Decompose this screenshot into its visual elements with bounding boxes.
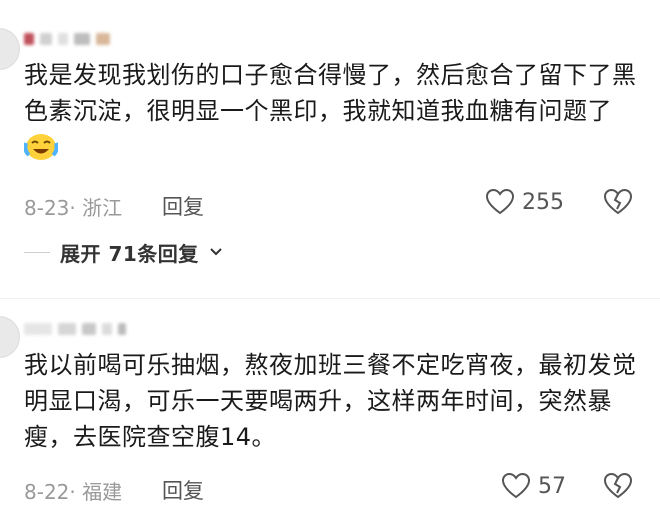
dislike-button[interactable]: [603, 472, 633, 504]
expand-replies-button[interactable]: 展开 71条回复: [24, 238, 223, 266]
expand-replies-label: 展开 71条回复: [60, 241, 199, 266]
chevron-down-icon: [210, 248, 222, 256]
reply-button[interactable]: 回复: [162, 475, 204, 505]
comment-item: 我以前喝可乐抽烟，熬夜加班三餐不定吃宵夜，最初发觉明显口渴，可乐一天要喝两升，这…: [0, 0, 660, 504]
comment-meta: 8-22· 福建 回复 57: [24, 472, 644, 505]
divider-line: [24, 251, 50, 253]
comment-divider: [0, 298, 660, 299]
broken-heart-icon: [603, 472, 633, 499]
avatar[interactable]: [0, 316, 20, 358]
date-location: 8-22· 福建: [24, 480, 123, 504]
like-count: 57: [538, 473, 566, 499]
like-button[interactable]: 57: [502, 473, 566, 499]
comment-text: 我以前喝可乐抽烟，熬夜加班三餐不定吃宵夜，最初发觉明显口渴，可乐一天要喝两升，这…: [24, 351, 637, 451]
heart-icon: [502, 473, 530, 499]
username-blurred[interactable]: [24, 320, 126, 338]
